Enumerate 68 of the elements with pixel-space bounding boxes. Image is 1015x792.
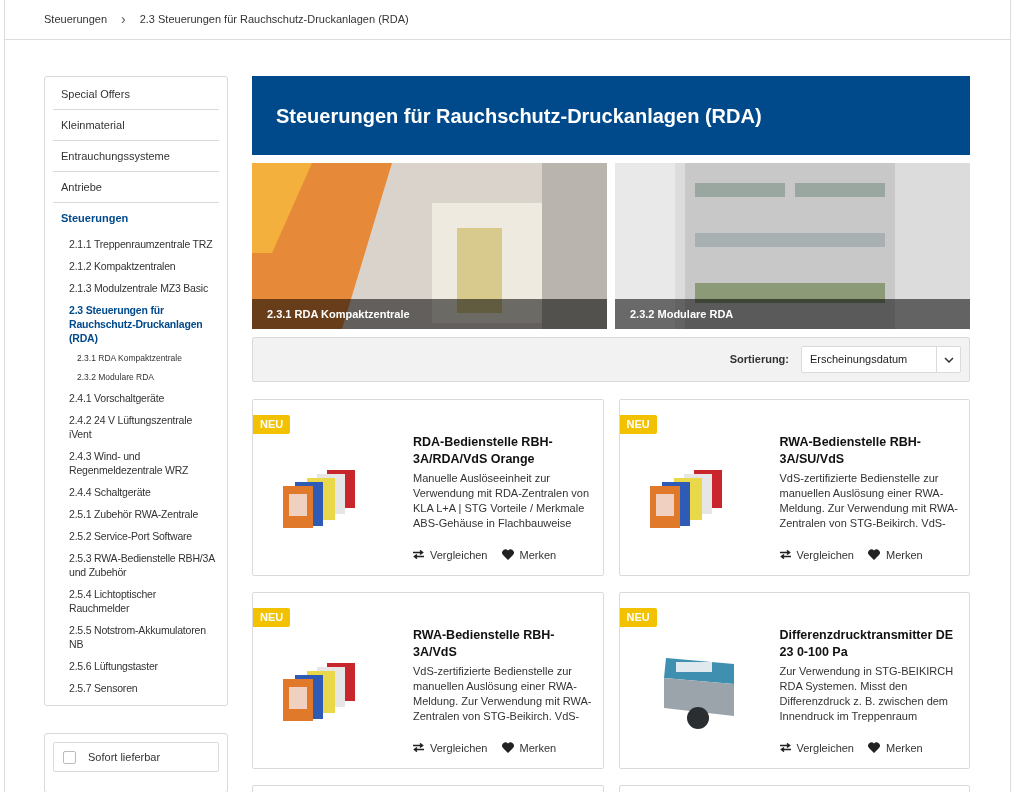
product-card[interactable]: NEU RWA-Bedienstelle RBH-3A/VdS VdS-zertifizierte Bedienstelle zur manuellen Auslösung einer RWA-Meldung. Zur Verwendung mit RWA-Zentralen von STG-Beikirch. VdS- Vergleichen Merken: [252, 592, 604, 769]
sidebar-subitem[interactable]: 2.3 Steuerungen für Rauchschutz-Druckanlagen (RDA): [53, 299, 219, 349]
swap-arrows-icon: [413, 550, 424, 560]
product-description: Zur Verwendung in STG-BEIKIRCH RDA Systemen. Misst den Differenzdruck z. B. zwischen dem Innendruck im Treppenraum: [779, 664, 955, 724]
category-tile[interactable]: 2.3.2 Modulare RDA: [615, 163, 970, 329]
new-badge: NEU: [619, 608, 657, 627]
product-name[interactable]: Differenzdrucktransmitter DE 23 0-100 Pa: [779, 627, 959, 661]
wishlist-button[interactable]: Merken: [501, 546, 557, 563]
category-label: 2.3.2 Modulare RDA: [630, 306, 734, 322]
heart-icon: [868, 742, 880, 754]
compare-button[interactable]: Vergleichen: [779, 546, 854, 563]
sidebar-subitem[interactable]: 2.3.2 Modulare RDA: [53, 368, 219, 387]
new-badge: NEU: [253, 608, 291, 627]
sort-label: Sortierung:: [729, 352, 789, 368]
product-name[interactable]: RWA-Bedienstelle RBH-3A/VdS: [413, 627, 593, 661]
heart-icon: [501, 549, 514, 561]
sidebar-subitem[interactable]: 2.5.3 RWA-Bedienstelle RBH/3A und Zubehör: [53, 547, 219, 583]
category-label: 2.3.1 RDA Kompaktzentrale: [267, 306, 410, 322]
product-name[interactable]: RDA-Bedienstelle RBH-3A/RDA/VdS Orange: [413, 434, 593, 468]
new-badge: NEU: [619, 415, 657, 434]
sidebar-subitem[interactable]: 2.1.3 Modulzentrale MZ3 Basic: [53, 277, 219, 299]
product-card[interactable]: NEU RDA-Bedienstelle RBH-3A/RDA/VdS Orange Manuelle Auslöseeinheit zur Verwendung mit RDA-Zentralen von KLA L+A | STG Vorteile / Merkmale ABS-Gehäuse in Flachbauweise Vergleichen Merken: [252, 399, 604, 576]
product-description: VdS-zertifizierte Bedienstelle zur manuellen Auslösung einer RWA-Meldung. Zur Verwendung mit RWA-Zentralen von STG-Beikirch. VdS-: [413, 664, 593, 724]
sidebar-subitem[interactable]: 2.1.2 Kompaktzentralen: [53, 255, 219, 277]
wishlist-button[interactable]: Merken: [501, 739, 557, 756]
new-badge: NEU: [253, 415, 291, 434]
heart-icon: [501, 742, 514, 754]
compare-button[interactable]: Vergleichen: [779, 739, 854, 756]
breadcrumb-separator: ›: [121, 10, 126, 29]
heart-icon: [868, 549, 880, 561]
chevron-down-icon: [943, 356, 954, 363]
sidebar-item[interactable]: Entrauchungssysteme: [53, 141, 219, 171]
sidebar-subitem[interactable]: 2.5.4 Lichtoptischer Rauchmelder: [53, 583, 219, 619]
product-card[interactable]: NEU RWA-Bedienstelle RBH-3A/SU/VdS VdS-zertifizierte Bedienstelle zur manuellen Auslösung einer RWA-Meldung. Zur Verwendung mit RWA-Zentralen von STG-Beikirch. VdS- Vergleichen Merken: [618, 399, 970, 576]
breadcrumb-link[interactable]: 2.3 Steuerungen für Rauchschutz-Druckanlagen (RDA): [139, 11, 409, 28]
compare-button[interactable]: Vergleichen: [413, 739, 488, 756]
sidebar-item[interactable]: Steuerungen: [53, 203, 219, 233]
product-name[interactable]: RWA-Bedienstelle RBH-3A/SU/VdS: [779, 434, 959, 468]
sidebar-subitem[interactable]: 2.1.1 Treppenraumzentrale TRZ: [53, 233, 219, 255]
breadcrumb-link[interactable]: Steuerungen: [44, 11, 107, 28]
compare-button[interactable]: Vergleichen: [413, 546, 488, 563]
sidebar-subitem[interactable]: 2.4.2 24 V Lüftungszentrale iVent: [53, 409, 219, 445]
swap-arrows-icon: [779, 743, 791, 753]
sidebar-subitem[interactable]: 2.4.4 Schaltgeräte: [53, 481, 219, 503]
sidebar-subitem[interactable]: 2.5.2 Service-Port Software: [53, 525, 219, 547]
wishlist-button[interactable]: Merken: [868, 739, 923, 756]
sidebar-item[interactable]: Antriebe: [53, 172, 219, 202]
product-description: VdS-zertifizierte Bedienstelle zur manuellen Auslösung einer RWA-Meldung. Zur Verwendung mit RWA-Zentralen von STG-Beikirch. VdS-: [779, 471, 959, 531]
wishlist-button[interactable]: Merken: [868, 546, 923, 563]
product-card[interactable]: NEU Differenzdrucktransmitter DE 23 0-100 Pa Zur Verwendung in STG-BEIKIRCH RDA Systemen. Misst den Differenzdruck z. B. zwischen dem Innendruck im Treppenraum Vergleichen Merken: [618, 592, 970, 769]
sidebar-item[interactable]: Kleinmaterial: [53, 110, 219, 140]
category-tile[interactable]: 2.3.1 RDA Kompaktzentrale: [252, 163, 607, 329]
sidebar-subitem[interactable]: 2.4.3 Wind- und Regenmeldezentrale WRZ: [53, 445, 219, 481]
sidebar-subitem[interactable]: 2.5.6 Lüftungstaster: [53, 655, 219, 677]
sidebar-subitem[interactable]: 2.5.7 Sensoren: [53, 677, 219, 699]
sidebar-subitem[interactable]: 2.5.1 Zubehör RWA-Zentrale: [53, 503, 219, 525]
filter-label: Sofort lieferbar: [88, 749, 161, 765]
page-title: Steuerungen für Rauchschutz-Druckanlagen (RDA): [276, 103, 762, 129]
product-description: Manuelle Auslöseeinheit zur Verwendung mit RDA-Zentralen von KLA L+A | STG Vorteile / Merkmale ABS-Gehäuse in Flachbauweise: [413, 471, 591, 531]
sidebar-subitem[interactable]: 2.3.1 RDA Kompaktzentrale: [53, 349, 219, 368]
swap-arrows-icon: [779, 550, 791, 560]
sidebar-subitem[interactable]: 2.4.1 Vorschaltgeräte: [53, 387, 219, 409]
filter-checkbox[interactable]: Sofort lieferbar: [53, 742, 219, 772]
sort-dropdown[interactable]: Erscheinungsdatum: [801, 346, 961, 373]
checkbox[interactable]: [63, 750, 76, 764]
sidebar-subitem[interactable]: 2.5.5 Notstrom-Akkumulatoren NB: [53, 619, 219, 655]
sidebar-item[interactable]: Special Offers: [53, 79, 219, 109]
swap-arrows-icon: [413, 743, 424, 753]
